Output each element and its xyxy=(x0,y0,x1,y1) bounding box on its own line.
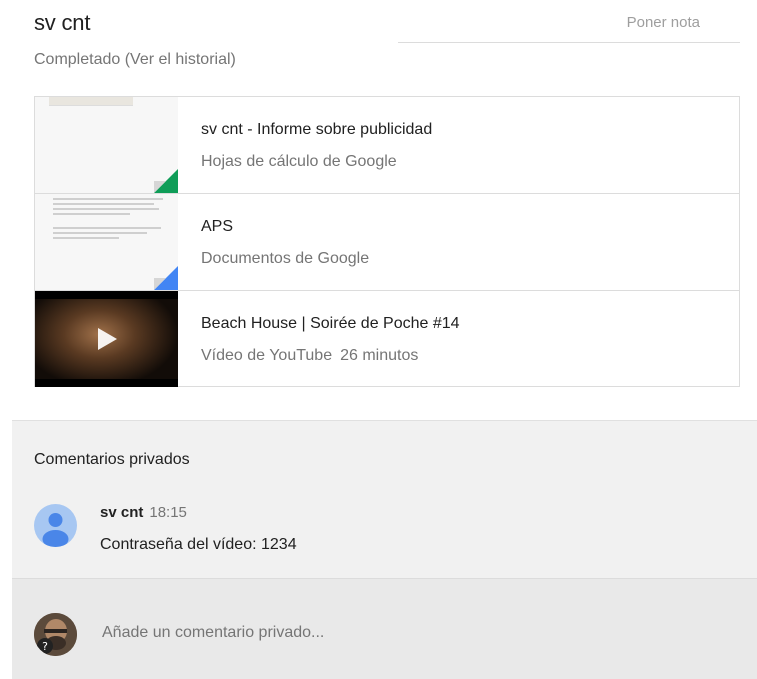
private-comments-section: Comentarios privados sv cnt 18:15 Contras… xyxy=(12,420,757,679)
comment-time: 18:15 xyxy=(149,504,187,521)
video-thumbnail xyxy=(35,291,178,387)
attachment-title: Beach House | Soirée de Poche #14 xyxy=(201,315,460,332)
video-frame-image xyxy=(35,291,178,387)
attachments-list: sv cnt - Informe sobre publicidad Hojas … xyxy=(34,96,740,387)
attachment-title: APS xyxy=(201,218,234,235)
attachment-type: Vídeo de YouTube xyxy=(201,347,333,364)
assignment-title: sv cnt xyxy=(34,10,91,35)
attachment-thumbnail xyxy=(35,194,178,290)
grade-field[interactable]: Poner nota xyxy=(398,10,740,43)
google-docs-icon xyxy=(154,266,178,290)
submission-status[interactable]: Completado (Ver el historial) xyxy=(34,51,236,69)
grade-placeholder: Poner nota xyxy=(626,14,700,31)
attachment-title: sv cnt - Informe sobre publicidad xyxy=(201,121,433,138)
user-avatar: ? xyxy=(34,613,77,656)
attachment-type: Documentos de Google xyxy=(201,250,370,267)
private-comment-input[interactable] xyxy=(100,623,704,643)
attachment-youtube[interactable]: Beach House | Soirée de Poche #14 Vídeo … xyxy=(35,290,739,387)
svg-text:?: ? xyxy=(42,640,48,653)
add-comment-row: ? xyxy=(12,578,757,679)
comment-text: Contraseña del vídeo: 1234 xyxy=(100,536,297,553)
avatar xyxy=(34,504,77,547)
attachment-thumbnail xyxy=(35,97,178,193)
comment-author: sv cnt xyxy=(100,504,144,521)
comment-item: sv cnt 18:15 Contraseña del vídeo: 1234 xyxy=(34,501,734,561)
attachment-docs[interactable]: APS Documentos de Google xyxy=(35,193,739,290)
google-sheets-icon xyxy=(154,169,178,193)
private-comments-heading: Comentarios privados xyxy=(34,451,190,468)
person-icon xyxy=(42,513,69,547)
attachment-sheets[interactable]: sv cnt - Informe sobre publicidad Hojas … xyxy=(35,97,739,193)
video-duration: 26 minutos xyxy=(340,347,419,364)
attachment-type: Hojas de cálculo de Google xyxy=(201,153,397,170)
user-photo: ? xyxy=(34,613,77,656)
